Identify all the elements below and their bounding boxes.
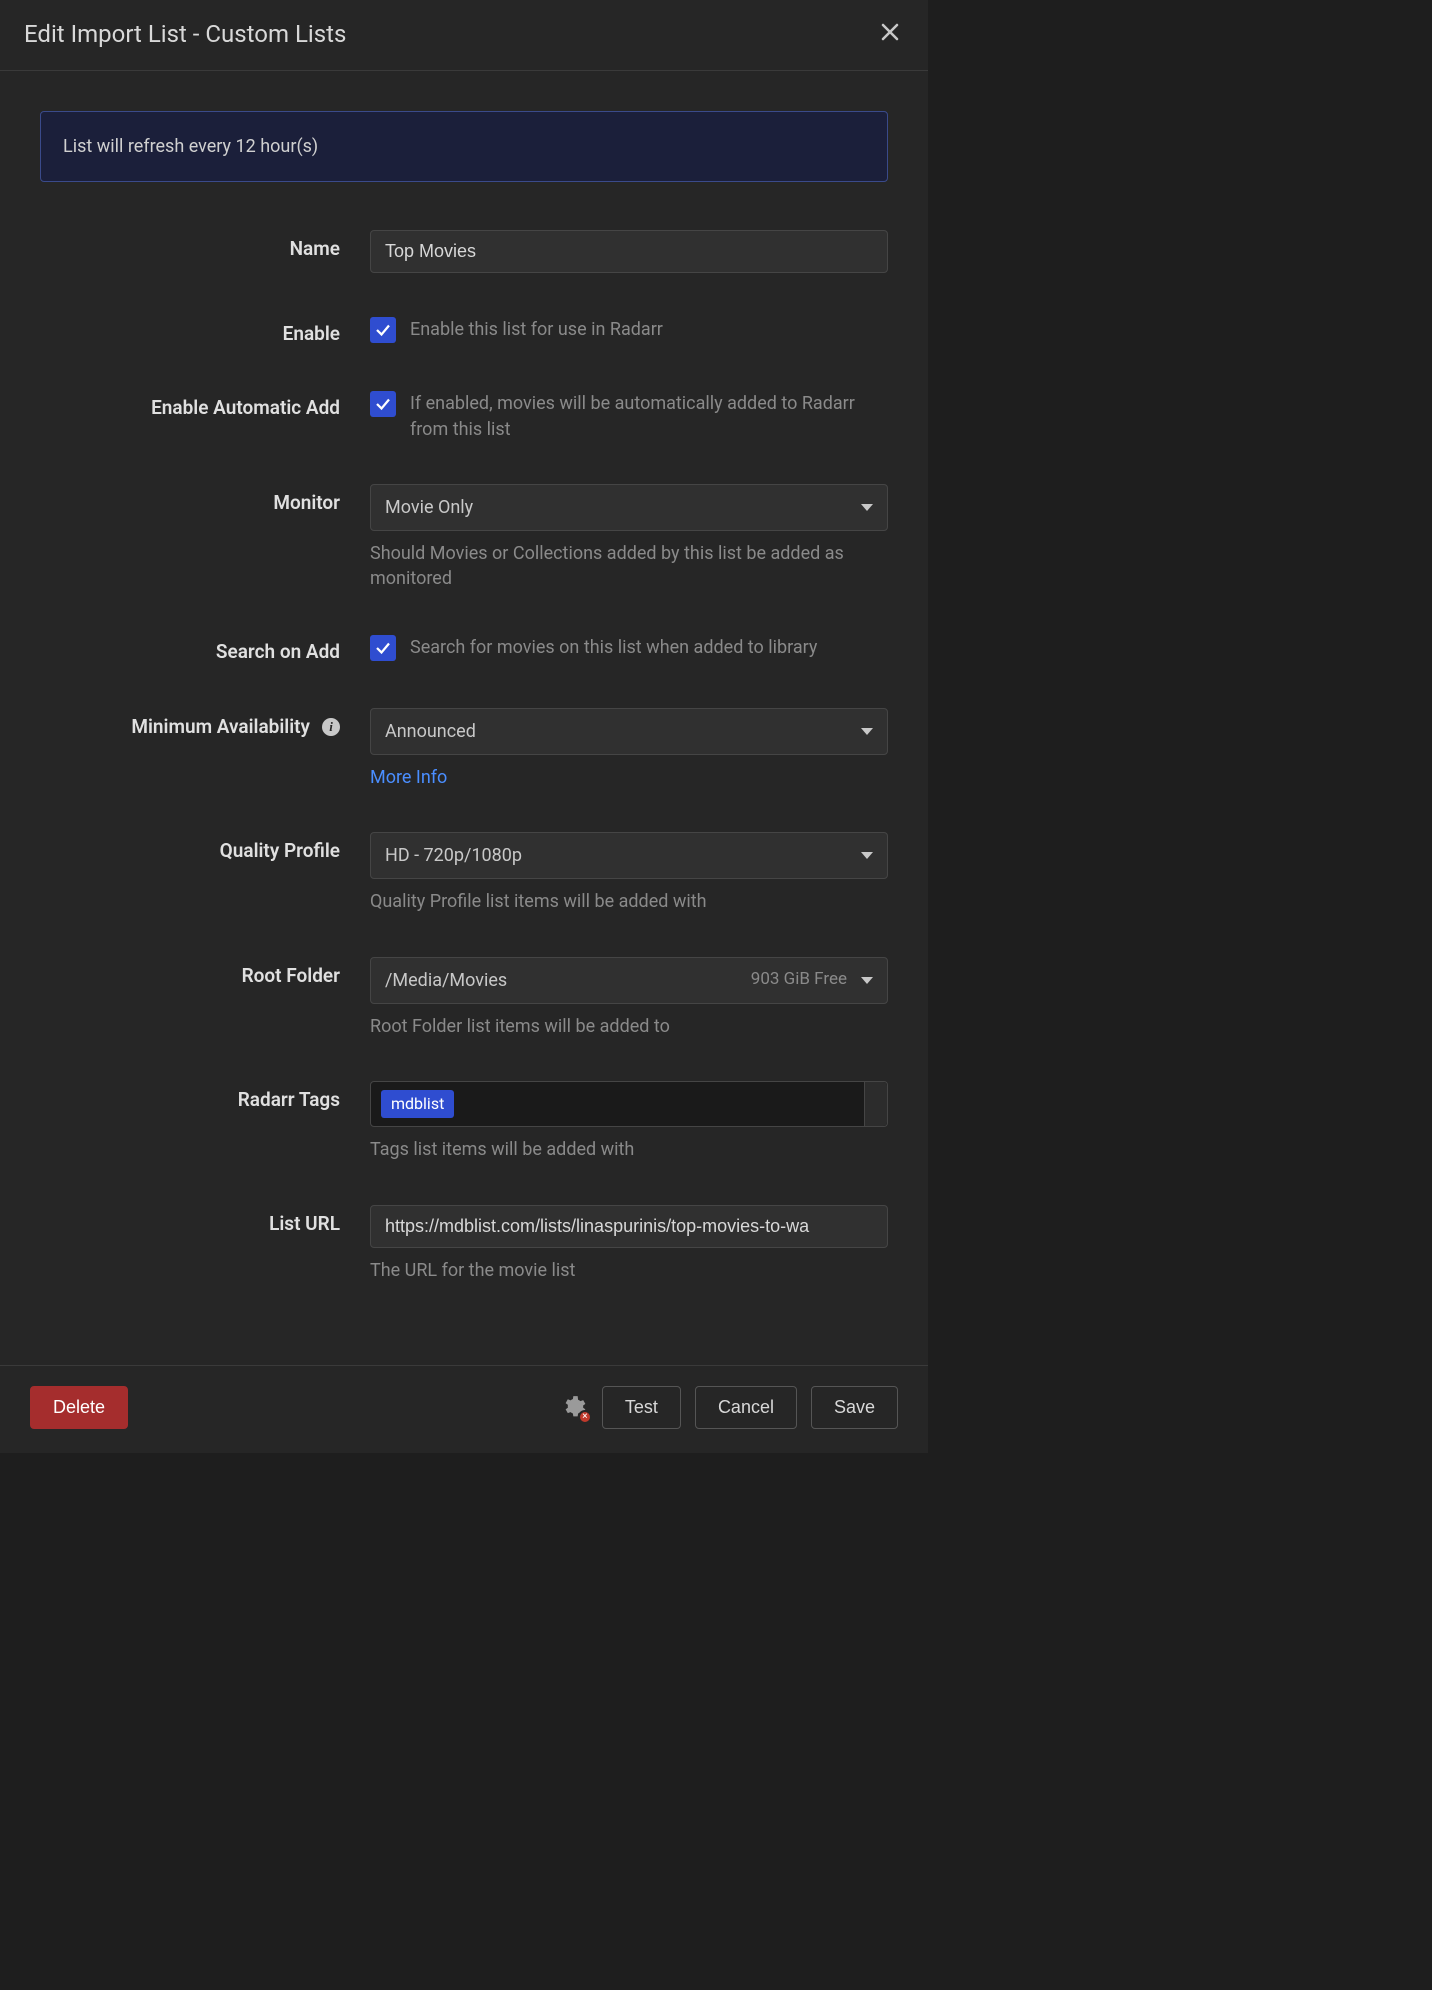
enable-auto-add-description: If enabled, movies will be automatically… xyxy=(410,389,888,441)
chevron-down-icon xyxy=(861,728,873,735)
modal-header: Edit Import List - Custom Lists xyxy=(0,0,928,71)
advanced-settings-button[interactable]: × xyxy=(558,1392,588,1422)
label-enable: Enable xyxy=(40,315,370,348)
monitor-value: Movie Only xyxy=(385,495,473,520)
tag-item[interactable]: mdblist xyxy=(381,1090,454,1118)
row-monitor: Monitor Movie Only Should Movies or Coll… xyxy=(40,484,888,592)
label-radarr-tags: Radarr Tags xyxy=(40,1081,370,1114)
enable-auto-add-checkbox[interactable] xyxy=(370,391,396,417)
row-quality-profile: Quality Profile HD - 720p/1080p Quality … xyxy=(40,832,888,914)
edit-import-list-modal: Edit Import List - Custom Lists List wil… xyxy=(0,0,928,1453)
root-folder-help: Root Folder list items will be added to xyxy=(370,1014,888,1039)
row-enable: Enable Enable this list for use in Radar… xyxy=(40,315,888,348)
root-folder-select[interactable]: /Media/Movies 903 GiB Free xyxy=(370,957,888,1004)
search-on-add-description: Search for movies on this list when adde… xyxy=(410,633,817,660)
info-icon[interactable]: i xyxy=(322,718,340,736)
list-url-input[interactable] xyxy=(370,1205,888,1248)
root-folder-free: 903 GiB Free xyxy=(751,968,847,992)
row-name: Name xyxy=(40,230,888,273)
check-icon xyxy=(374,321,392,339)
label-list-url: List URL xyxy=(40,1205,370,1238)
tags-input[interactable]: mdblist xyxy=(370,1081,888,1127)
label-name: Name xyxy=(40,230,370,263)
row-radarr-tags: Radarr Tags mdblist Tags list items will… xyxy=(40,1081,888,1163)
label-monitor: Monitor xyxy=(40,484,370,517)
row-enable-auto-add: Enable Automatic Add If enabled, movies … xyxy=(40,389,888,441)
modal-footer: Delete × Test Cancel Save xyxy=(0,1365,928,1453)
gear-badge-icon: × xyxy=(578,1410,592,1424)
monitor-help: Should Movies or Collections added by th… xyxy=(370,541,888,591)
modal-title: Edit Import List - Custom Lists xyxy=(24,18,346,52)
tags-help: Tags list items will be added with xyxy=(370,1137,888,1162)
search-on-add-checkbox[interactable] xyxy=(370,635,396,661)
row-root-folder: Root Folder /Media/Movies 903 GiB Free R… xyxy=(40,957,888,1039)
min-availability-select[interactable]: Announced xyxy=(370,708,888,755)
label-min-availability: Minimum Availability i xyxy=(40,708,370,741)
test-button[interactable]: Test xyxy=(602,1386,681,1429)
label-root-folder: Root Folder xyxy=(40,957,370,990)
row-min-availability: Minimum Availability i Announced More In… xyxy=(40,708,888,790)
label-enable-auto-add: Enable Automatic Add xyxy=(40,389,370,422)
list-url-help: The URL for the movie list xyxy=(370,1258,888,1283)
delete-button[interactable]: Delete xyxy=(30,1386,128,1429)
name-input[interactable] xyxy=(370,230,888,273)
save-button[interactable]: Save xyxy=(811,1386,898,1429)
enable-description: Enable this list for use in Radarr xyxy=(410,315,663,342)
quality-profile-help: Quality Profile list items will be added… xyxy=(370,889,888,914)
row-search-on-add: Search on Add Search for movies on this … xyxy=(40,633,888,666)
chevron-down-icon xyxy=(861,504,873,511)
label-search-on-add: Search on Add xyxy=(40,633,370,666)
quality-profile-value: HD - 720p/1080p xyxy=(385,843,522,868)
more-info-link[interactable]: More Info xyxy=(370,765,447,790)
check-icon xyxy=(374,395,392,413)
min-availability-value: Announced xyxy=(385,719,476,744)
root-folder-value: /Media/Movies xyxy=(385,968,507,993)
row-list-url: List URL The URL for the movie list xyxy=(40,1205,888,1283)
enable-checkbox[interactable] xyxy=(370,317,396,343)
modal-body: List will refresh every 12 hour(s) Name … xyxy=(0,71,928,1345)
check-icon xyxy=(374,639,392,657)
close-icon xyxy=(880,22,900,42)
quality-profile-select[interactable]: HD - 720p/1080p xyxy=(370,832,888,879)
chevron-down-icon xyxy=(861,977,873,984)
label-quality-profile: Quality Profile xyxy=(40,832,370,865)
refresh-interval-banner: List will refresh every 12 hour(s) xyxy=(40,111,888,182)
chevron-down-icon xyxy=(861,852,873,859)
monitor-select[interactable]: Movie Only xyxy=(370,484,888,531)
cancel-button[interactable]: Cancel xyxy=(695,1386,797,1429)
close-button[interactable] xyxy=(876,18,904,51)
